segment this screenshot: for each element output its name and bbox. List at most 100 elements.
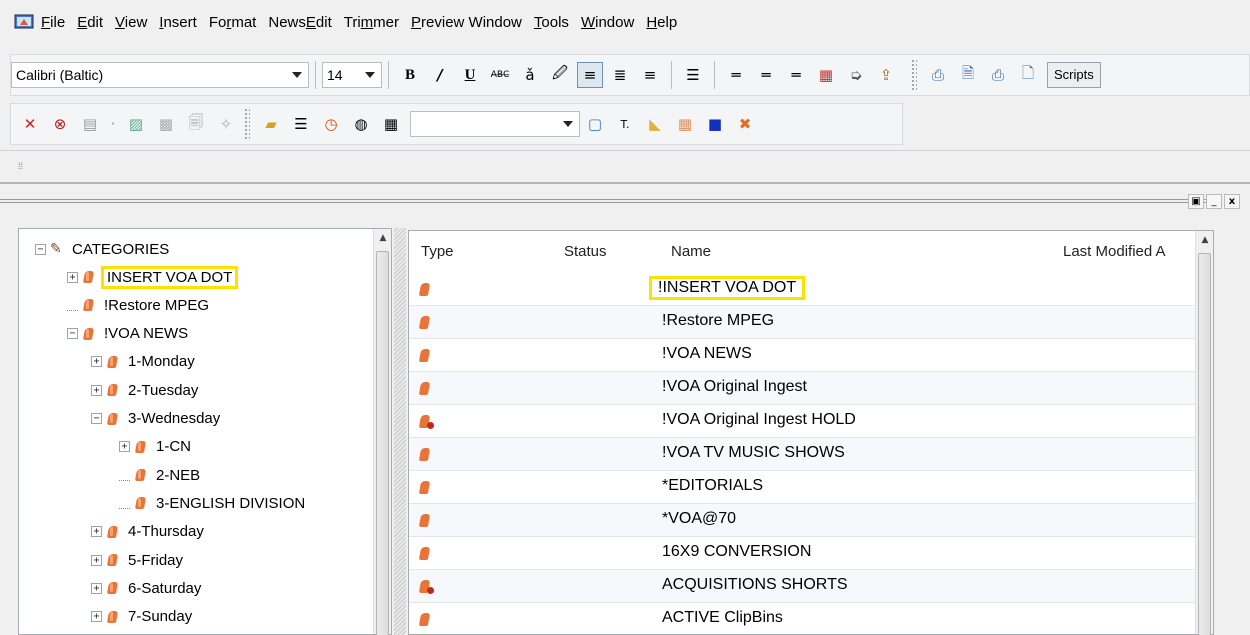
tree-node[interactable]: + INSERT VOA DOT	[67, 263, 239, 291]
folder-icon[interactable]: ◣	[642, 111, 668, 137]
cancel-icon[interactable]: ⊗	[47, 111, 73, 137]
menu-item[interactable]: Format	[208, 12, 258, 33]
table-row[interactable]: 16X9 CONVERSION	[409, 537, 1195, 570]
dropdown-icon[interactable]: ·	[107, 111, 119, 137]
table-row[interactable]: ACTIVE ClipBins	[409, 603, 1195, 635]
text-format-icon[interactable]: T.	[612, 111, 638, 137]
menu-item[interactable]: NewsEdit	[267, 12, 332, 33]
restore-icon[interactable]: ▣	[1188, 194, 1204, 209]
scroll-up-icon[interactable]: ▲	[374, 229, 392, 247]
rule-icon[interactable]: ═	[723, 62, 749, 88]
table-row[interactable]: !VOA NEWS	[409, 339, 1195, 372]
menu-item[interactable]: Window	[580, 12, 635, 33]
menu-item[interactable]: Insert	[158, 12, 198, 33]
font-name-select[interactable]: Calibri (Baltic)	[11, 62, 309, 88]
align-left-icon[interactable]: ≡	[577, 62, 603, 88]
panel-splitter[interactable]	[394, 228, 406, 635]
expand-icon[interactable]: +	[119, 441, 130, 453]
expand-icon[interactable]: +	[67, 271, 78, 283]
tree-node[interactable]: +5-Friday	[91, 546, 183, 574]
menu-item[interactable]: File	[40, 12, 66, 33]
toolbar-grip[interactable]	[911, 59, 917, 91]
clock-icon[interactable]: ◷	[318, 111, 344, 137]
table-row[interactable]: !Restore MPEG	[409, 306, 1195, 339]
scroll-up-icon[interactable]: ▲	[1196, 231, 1214, 249]
change-case-icon[interactable]: ǎ	[517, 62, 543, 88]
close-icon[interactable]: x	[1224, 194, 1240, 209]
bold-button[interactable]: B	[397, 62, 423, 88]
table-row[interactable]: ACQUISITIONS SHORTS	[409, 570, 1195, 603]
globe-icon[interactable]: ◍	[348, 111, 374, 137]
list-scrollbar[interactable]: ▲	[1195, 231, 1214, 635]
tree-root[interactable]: − ✎ CATEGORIES	[35, 235, 169, 263]
tree-node[interactable]: +1-Monday	[91, 348, 195, 376]
rule-icon[interactable]: ═	[783, 62, 809, 88]
tree-node[interactable]: !Restore MPEG	[67, 291, 209, 319]
menu-item[interactable]: Preview Window	[410, 12, 523, 33]
rule-icon[interactable]: ═	[753, 62, 779, 88]
export-icon[interactable]: ⇪	[873, 62, 899, 88]
table-row[interactable]: *EDITORIALS	[409, 471, 1195, 504]
page-preview-icon[interactable]: 🗋	[1015, 62, 1041, 88]
menu-item[interactable]: Trimmer	[343, 12, 400, 33]
table-row[interactable]: !VOA Original Ingest HOLD	[409, 405, 1195, 438]
tree-node[interactable]: +6-Saturday	[91, 574, 201, 602]
table-icon[interactable]: ▦	[672, 111, 698, 137]
column-header-last-modified[interactable]: Last Modified A	[1063, 243, 1166, 260]
tools-icon[interactable]: ✖	[732, 111, 758, 137]
tree-node[interactable]: +7-Sunday	[91, 603, 192, 631]
scripts-button[interactable]: Scripts	[1047, 62, 1101, 88]
grip-icon[interactable]: ⁞⁞	[18, 161, 23, 171]
tree-node[interactable]: − 3-Wednesday	[91, 405, 220, 433]
menu-item[interactable]: Edit	[76, 12, 104, 33]
expand-icon[interactable]: +	[91, 554, 102, 566]
list-icon[interactable]: ☰	[288, 111, 314, 137]
column-header-type[interactable]: Type	[421, 243, 454, 260]
italic-button[interactable]: /	[427, 62, 453, 88]
bullet-list-icon[interactable]: ☰	[680, 62, 706, 88]
image-icon[interactable]: ▨	[123, 111, 149, 137]
toolbar-grip[interactable]	[244, 108, 250, 140]
chevron-down-icon[interactable]	[365, 72, 375, 78]
strikethrough-icon[interactable]: A̶B̶C̶	[487, 62, 513, 88]
minimize-icon[interactable]: _	[1206, 194, 1222, 209]
chevron-down-icon[interactable]	[292, 72, 302, 78]
tree-node[interactable]: 2-NEB	[119, 461, 200, 489]
window-icon[interactable]: ▢	[582, 111, 608, 137]
collapse-icon[interactable]: −	[67, 328, 78, 340]
expand-icon[interactable]: +	[91, 611, 102, 623]
tree-node[interactable]: +1-CN	[119, 433, 191, 461]
grid-icon[interactable]: ▦	[378, 111, 404, 137]
table-row[interactable]: !VOA TV MUSIC SHOWS	[409, 438, 1195, 471]
expand-icon[interactable]: +	[91, 356, 102, 368]
delete-icon[interactable]: ✕	[17, 111, 43, 137]
highlight-icon[interactable]: 🖉	[547, 62, 573, 88]
column-header-status[interactable]: Status	[564, 243, 607, 260]
menu-item[interactable]: View	[114, 12, 148, 33]
underline-button[interactable]: U	[457, 62, 483, 88]
style-select[interactable]	[410, 111, 580, 137]
document-icon[interactable]: ▩	[153, 111, 179, 137]
blue-square-icon[interactable]: ■	[702, 111, 728, 137]
align-right-icon[interactable]: ≡	[637, 62, 663, 88]
menu-item[interactable]: Help	[645, 12, 678, 33]
column-header-name[interactable]: Name	[671, 243, 711, 260]
note-icon[interactable]: ▰	[258, 111, 284, 137]
tree-scrollbar[interactable]: ▲	[373, 229, 392, 635]
expand-icon[interactable]: +	[91, 526, 102, 538]
expand-icon[interactable]: +	[91, 384, 102, 396]
properties-icon[interactable]: 🗐	[183, 111, 209, 137]
save-icon[interactable]: ▤	[77, 111, 103, 137]
table-row[interactable]: *VOA@70	[409, 504, 1195, 537]
align-center-icon[interactable]: ≣	[607, 62, 633, 88]
tree-node[interactable]: +2-Tuesday	[91, 376, 198, 404]
book-icon[interactable]: ▦	[813, 62, 839, 88]
collapse-icon[interactable]: −	[35, 243, 46, 255]
tree-node[interactable]: +4-Thursday	[91, 518, 204, 546]
menu-item[interactable]: Tools	[533, 12, 570, 33]
forward-icon[interactable]: ➭	[843, 62, 869, 88]
chevron-down-icon[interactable]	[563, 121, 573, 127]
collapse-icon[interactable]: −	[91, 413, 102, 424]
printer-icon[interactable]: ⎙	[985, 62, 1011, 88]
expand-icon[interactable]: +	[91, 582, 102, 594]
